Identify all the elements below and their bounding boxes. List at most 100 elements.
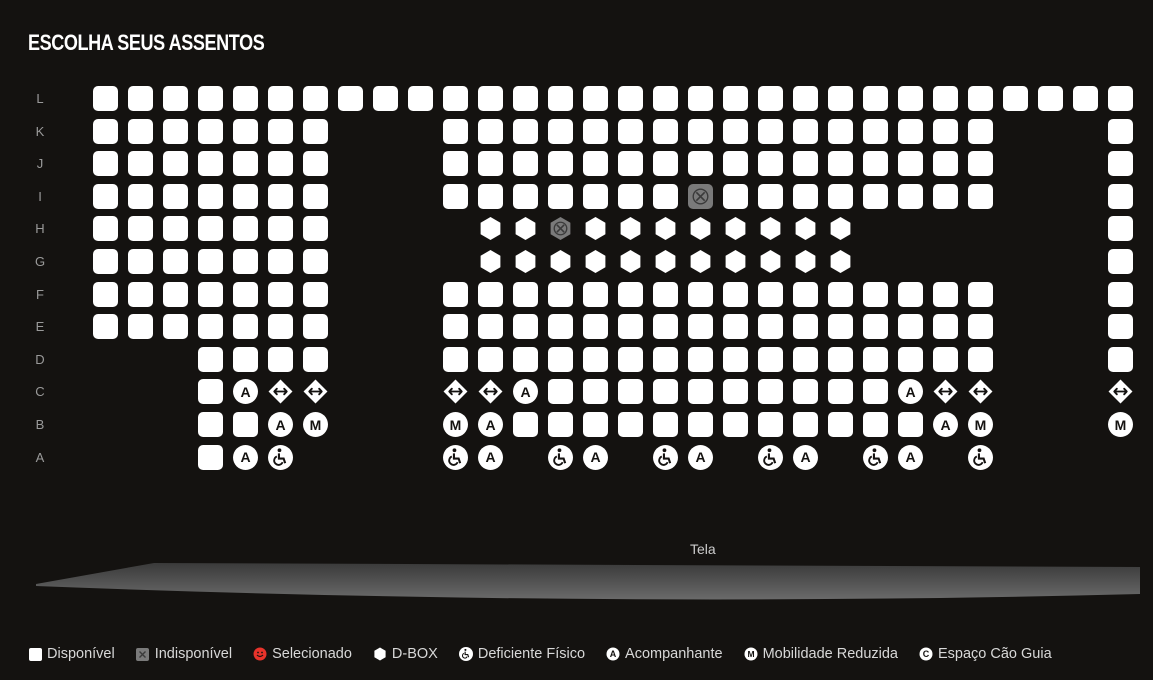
seat-e11[interactable] (443, 314, 468, 340)
seat-k4[interactable] (198, 118, 223, 144)
seat-a5-companion[interactable]: A (233, 444, 258, 470)
seat-i5[interactable] (233, 183, 258, 209)
seat-l4[interactable] (198, 86, 223, 111)
seat-k11[interactable] (443, 118, 468, 144)
seat-i3[interactable] (163, 183, 188, 209)
seat-c22[interactable] (828, 379, 853, 405)
seat-b4[interactable] (198, 412, 223, 437)
seat-f20[interactable] (758, 281, 783, 307)
seat-j12[interactable] (478, 151, 503, 177)
seat-f17[interactable] (653, 281, 678, 307)
seat-j18[interactable] (688, 151, 713, 177)
seat-j6[interactable] (268, 151, 293, 177)
seat-d26[interactable] (968, 346, 993, 372)
seat-l29[interactable] (1073, 86, 1098, 111)
seat-k26[interactable] (968, 118, 993, 144)
seat-b6-companion[interactable]: A (268, 412, 293, 437)
seat-g22-dbox[interactable] (828, 249, 853, 274)
seat-b7-reduced-mobility[interactable]: M (303, 412, 328, 437)
seat-c5-companion[interactable]: A (233, 379, 258, 405)
seat-l26[interactable] (968, 86, 993, 111)
seat-i4[interactable] (198, 183, 223, 209)
seat-b14[interactable] (548, 412, 573, 437)
seat-c18[interactable] (688, 379, 713, 405)
seat-l30[interactable] (1108, 86, 1133, 111)
seat-k7[interactable] (303, 118, 328, 144)
seat-k20[interactable] (758, 118, 783, 144)
seat-h5[interactable] (233, 216, 258, 242)
seat-i15[interactable] (583, 183, 608, 209)
seat-l5[interactable] (233, 86, 258, 111)
seat-f23[interactable] (863, 281, 888, 307)
seat-j24[interactable] (898, 151, 923, 177)
seat-j7[interactable] (303, 151, 328, 177)
seat-j20[interactable] (758, 151, 783, 177)
seat-d14[interactable] (548, 346, 573, 372)
seat-j2[interactable] (128, 151, 153, 177)
seat-c20[interactable] (758, 379, 783, 405)
seat-g16-dbox[interactable] (618, 249, 643, 274)
seat-h22-dbox[interactable] (828, 216, 853, 241)
seat-f6[interactable] (268, 281, 293, 307)
seat-h3[interactable] (163, 216, 188, 242)
seat-b15[interactable] (583, 412, 608, 437)
seat-h12-dbox[interactable] (478, 216, 503, 241)
seat-k24[interactable] (898, 118, 923, 144)
seat-l24[interactable] (898, 86, 923, 111)
seat-b19[interactable] (723, 412, 748, 437)
seat-f15[interactable] (583, 281, 608, 307)
seat-b12-companion[interactable]: A (478, 412, 503, 437)
seat-f24[interactable] (898, 281, 923, 307)
seat-f7[interactable] (303, 281, 328, 307)
seat-e23[interactable] (863, 314, 888, 340)
seat-e16[interactable] (618, 314, 643, 340)
seat-i21[interactable] (793, 183, 818, 209)
seat-d12[interactable] (478, 346, 503, 372)
seat-e12[interactable] (478, 314, 503, 340)
seat-g2[interactable] (128, 249, 153, 274)
seat-a6-wheelchair[interactable] (268, 444, 293, 470)
seat-e13[interactable] (513, 314, 538, 340)
seat-a15-companion[interactable]: A (583, 444, 608, 470)
seat-i30[interactable] (1108, 183, 1133, 209)
seat-d6[interactable] (268, 346, 293, 372)
seat-d4[interactable] (198, 346, 223, 372)
seat-d24[interactable] (898, 346, 923, 372)
seat-j22[interactable] (828, 151, 853, 177)
seat-a14-wheelchair[interactable] (548, 444, 573, 470)
seat-h4[interactable] (198, 216, 223, 242)
seat-i1[interactable] (93, 183, 118, 209)
seat-i17[interactable] (653, 183, 678, 209)
seat-g3[interactable] (163, 249, 188, 274)
seat-d15[interactable] (583, 346, 608, 372)
seat-d11[interactable] (443, 346, 468, 372)
seat-e15[interactable] (583, 314, 608, 340)
seat-g7[interactable] (303, 249, 328, 274)
seat-a23-wheelchair[interactable] (863, 444, 888, 470)
seat-b16[interactable] (618, 412, 643, 437)
seat-c26-guide-dog[interactable] (968, 379, 993, 404)
seat-e2[interactable] (128, 314, 153, 340)
seat-j14[interactable] (548, 151, 573, 177)
seat-g21-dbox[interactable] (793, 249, 818, 274)
seat-f21[interactable] (793, 281, 818, 307)
seat-k19[interactable] (723, 118, 748, 144)
seat-i14[interactable] (548, 183, 573, 209)
seat-f26[interactable] (968, 281, 993, 307)
seat-k22[interactable] (828, 118, 853, 144)
seat-c21[interactable] (793, 379, 818, 405)
seat-a18-companion[interactable]: A (688, 444, 713, 470)
seat-a21-companion[interactable]: A (793, 444, 818, 470)
seat-f13[interactable] (513, 281, 538, 307)
seat-f14[interactable] (548, 281, 573, 307)
seat-b11-reduced-mobility[interactable]: M (443, 412, 468, 437)
seat-e20[interactable] (758, 314, 783, 340)
seat-c16[interactable] (618, 379, 643, 405)
seat-g15-dbox[interactable] (583, 249, 608, 274)
seat-b18[interactable] (688, 412, 713, 437)
seat-j16[interactable] (618, 151, 643, 177)
seat-a12-companion[interactable]: A (478, 444, 503, 470)
seat-b26-reduced-mobility[interactable]: M (968, 412, 993, 437)
seat-h20-dbox[interactable] (758, 216, 783, 241)
seat-h13-dbox[interactable] (513, 216, 538, 241)
